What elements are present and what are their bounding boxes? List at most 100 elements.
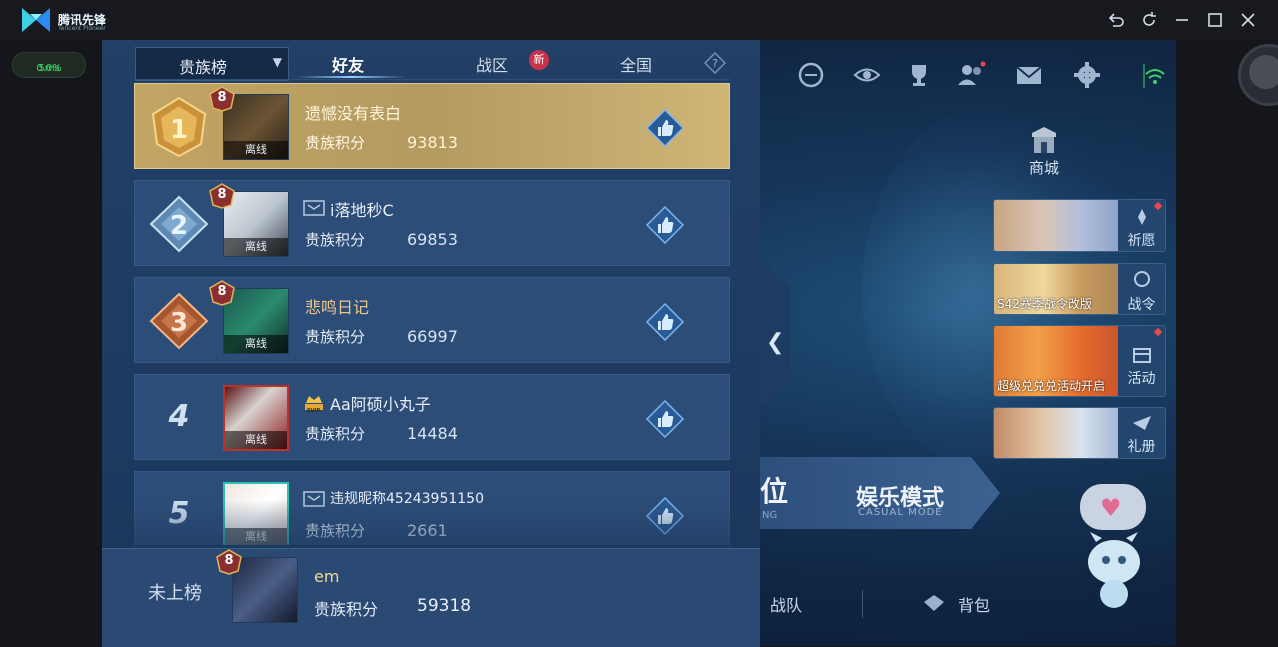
leaderboard-row[interactable]: 1 离线 8 遗憾没有表白 贵族积分 93813 — [134, 83, 730, 169]
ranked-mode-sub: NG — [762, 510, 778, 521]
maximize-icon[interactable] — [1205, 10, 1225, 30]
app-logo-icon — [22, 8, 50, 32]
rank-type-dropdown[interactable]: 贵族榜 ▼ — [135, 47, 289, 81]
latency-indicator[interactable]: 5ms 0.0% — [12, 52, 86, 78]
shop-icon — [1032, 127, 1056, 153]
like-button[interactable] — [645, 399, 685, 439]
leaderboard-row[interactable]: 2 离线 8 i落地秒C 贵族积分 69853 — [134, 180, 730, 266]
gear-icon[interactable] — [1072, 60, 1102, 90]
score-value: 69853 — [407, 230, 458, 249]
noble-level-icon — [216, 549, 242, 575]
tab-region[interactable]: 战区 — [476, 52, 508, 76]
tab-active-indicator — [296, 76, 406, 78]
silver-rank-badge-icon: 2 — [149, 195, 209, 253]
svg-text:1: 1 — [170, 115, 188, 145]
refresh-icon[interactable] — [1139, 10, 1159, 30]
battle-pass-icon — [1134, 271, 1150, 287]
leaderboard-row[interactable]: 3 离线 8 悲鸣日记 贵族积分 66997 — [134, 277, 730, 363]
score-label: 贵族积分 — [305, 231, 366, 249]
player-name: 违规昵称45243951150 — [330, 491, 484, 507]
side-floating-button[interactable] — [1238, 44, 1278, 106]
score-value: 66997 — [407, 327, 458, 346]
window-titlebar: 腾讯先锋 Tencent Pioneer — [0, 0, 1278, 40]
my-rank-label: 未上榜 — [148, 583, 202, 604]
score-label: 贵族积分 — [305, 134, 366, 152]
chevron-down-icon: ▼ — [272, 55, 282, 69]
player-name: 悲鸣日记 — [305, 298, 370, 317]
tab-friends[interactable]: 好友 — [332, 52, 364, 76]
event-icon — [1133, 348, 1151, 363]
banner-promo-battle-pass: S42赛季战令改版 — [997, 297, 1092, 311]
target-icon[interactable] — [796, 60, 826, 90]
collapse-chevron-icon[interactable]: ❮ — [766, 330, 784, 355]
noble-level-icon — [209, 280, 235, 306]
player-name: Aa阿硕小丸子 — [330, 395, 431, 414]
mascot-assistant[interactable] — [1076, 528, 1152, 612]
nav-team[interactable]: 战队 — [770, 592, 802, 616]
banner-gift-book[interactable]: 礼册 — [993, 407, 1166, 459]
avatar[interactable]: 离线 — [223, 482, 289, 545]
my-score-label: 贵族积分 — [314, 600, 379, 619]
svg-text:2: 2 — [170, 211, 188, 241]
bottom-nav: 战队 背包 — [760, 578, 1060, 628]
gift-book-icon — [1133, 416, 1151, 430]
leaderboard-list[interactable]: 1 离线 8 遗憾没有表白 贵族积分 93813 2 离线 8 i落地秒C 贵族… — [134, 83, 730, 545]
nav-backpack[interactable]: 背包 — [958, 592, 990, 616]
minimize-icon[interactable] — [1172, 10, 1192, 30]
ranked-mode-partial[interactable]: 位 — [760, 470, 788, 510]
rank-type-label: 贵族榜 — [178, 58, 227, 77]
backpack-icon — [924, 595, 944, 611]
score-label: 贵族积分 — [305, 425, 366, 443]
tab-national[interactable]: 全国 — [620, 52, 652, 76]
mail-icon[interactable] — [1014, 60, 1044, 90]
score-value: 14484 — [407, 424, 458, 443]
score-value: 93813 — [407, 133, 458, 152]
rank-number: 5 — [168, 496, 190, 531]
leaderboard-row[interactable]: 5 离线 违规昵称45243951150 贵族积分 2661 — [134, 471, 730, 545]
wish-icon — [1138, 209, 1146, 225]
like-button[interactable] — [645, 302, 685, 342]
close-icon[interactable] — [1238, 10, 1258, 30]
svip-label: SVIP — [307, 408, 320, 414]
score-label: 贵族积分 — [305, 522, 366, 540]
gold-rank-badge-icon: 1 — [151, 96, 207, 158]
team-flag-icon — [303, 491, 325, 507]
bronze-rank-badge-icon: 3 — [149, 292, 209, 350]
offline-label: 离线 — [224, 238, 288, 256]
banner-label-gift-book: 礼册 — [1127, 439, 1156, 455]
leaderboard-row[interactable]: 4 离线 SVIP Aa阿硕小丸子 贵族积分 14484 — [134, 374, 730, 460]
like-button[interactable] — [645, 496, 685, 536]
player-name: i落地秒C — [330, 201, 394, 220]
banner-label-event: 活动 — [1127, 371, 1156, 387]
casual-mode-subtitle: CASUAL MODE — [858, 507, 943, 518]
wifi-icon — [1143, 64, 1165, 88]
like-button[interactable] — [645, 108, 685, 148]
banner-wish[interactable]: 祈愿 — [993, 199, 1166, 252]
avatar[interactable]: 离线 — [223, 385, 289, 451]
undo-icon[interactable] — [1106, 10, 1126, 30]
banner-label-battle-pass: 战令 — [1127, 297, 1156, 313]
new-badge: 新 — [529, 50, 549, 70]
banner-promo-event: 超级兑兑兑活动开启 — [997, 379, 1106, 393]
help-icon[interactable]: ? — [704, 52, 726, 74]
favorite-button[interactable]: ♥ — [1080, 484, 1146, 530]
eye-icon[interactable] — [852, 60, 882, 90]
noble-level-icon — [209, 86, 235, 112]
svg-text:3: 3 — [170, 308, 188, 338]
packet-loss-value: 0.0% — [36, 63, 62, 74]
team-flag-icon — [303, 200, 325, 216]
rank-number: 4 — [168, 399, 190, 434]
offline-label: 离线 — [225, 431, 287, 449]
offline-label: 离线 — [224, 335, 288, 353]
my-ranking-row: 未上榜 8 em 贵族积分 59318 — [102, 548, 760, 647]
banner-battle-pass[interactable]: 战令 S42赛季战令改版 — [993, 263, 1166, 315]
my-player-name: em — [314, 567, 340, 586]
app-subtitle: Tencent Pioneer — [58, 25, 106, 32]
trophy-icon[interactable] — [904, 60, 934, 90]
like-button[interactable] — [645, 205, 685, 245]
friends-icon[interactable] — [956, 60, 986, 90]
my-score-value: 59318 — [417, 596, 472, 616]
score-value: 2661 — [407, 521, 448, 540]
shop-label: 商城 — [1028, 159, 1059, 177]
banner-event[interactable]: 活动 超级兑兑兑活动开启 — [993, 325, 1166, 397]
